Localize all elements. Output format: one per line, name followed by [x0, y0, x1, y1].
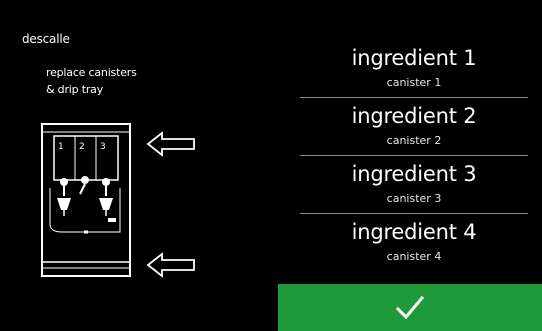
ingredient-name: ingredient 2: [351, 104, 477, 128]
slot-label-3: 3: [100, 142, 106, 152]
instruction-line-1: replace canisters: [46, 66, 137, 79]
canister-name: canister 1: [386, 76, 442, 89]
canister-name: canister 4: [386, 250, 442, 263]
canister-name: canister 3: [386, 192, 442, 205]
slot-label-1: 1: [58, 142, 64, 152]
slot-label-2: 2: [79, 142, 85, 152]
ingredient-name: ingredient 3: [351, 162, 477, 186]
machine-illustration: 1 2 3: [41, 123, 131, 277]
screen-title: descalle: [22, 32, 70, 46]
ingredient-item-2[interactable]: ingredient 2 canister 2: [300, 98, 528, 156]
descale-screen: descalle replace canisters & drip tray 1…: [0, 0, 542, 331]
left-arrow-icon: [146, 252, 195, 278]
ingredient-item-4[interactable]: ingredient 4 canister 4: [300, 214, 528, 271]
checkmark-icon: [396, 295, 424, 319]
ingredient-item-3[interactable]: ingredient 3 canister 3: [300, 156, 528, 214]
instruction-line-2: & drip tray: [46, 83, 104, 96]
ingredient-name: ingredient 4: [351, 220, 477, 244]
left-arrow-icon: [146, 131, 195, 157]
canister-name: canister 2: [386, 134, 442, 147]
instruction-text: replace canisters & drip tray: [46, 64, 137, 98]
ingredient-item-1[interactable]: ingredient 1 canister 1: [300, 40, 528, 98]
confirm-button[interactable]: [278, 284, 542, 331]
ingredient-list: ingredient 1 canister 1 ingredient 2 can…: [300, 40, 528, 271]
ingredient-name: ingredient 1: [351, 46, 477, 70]
